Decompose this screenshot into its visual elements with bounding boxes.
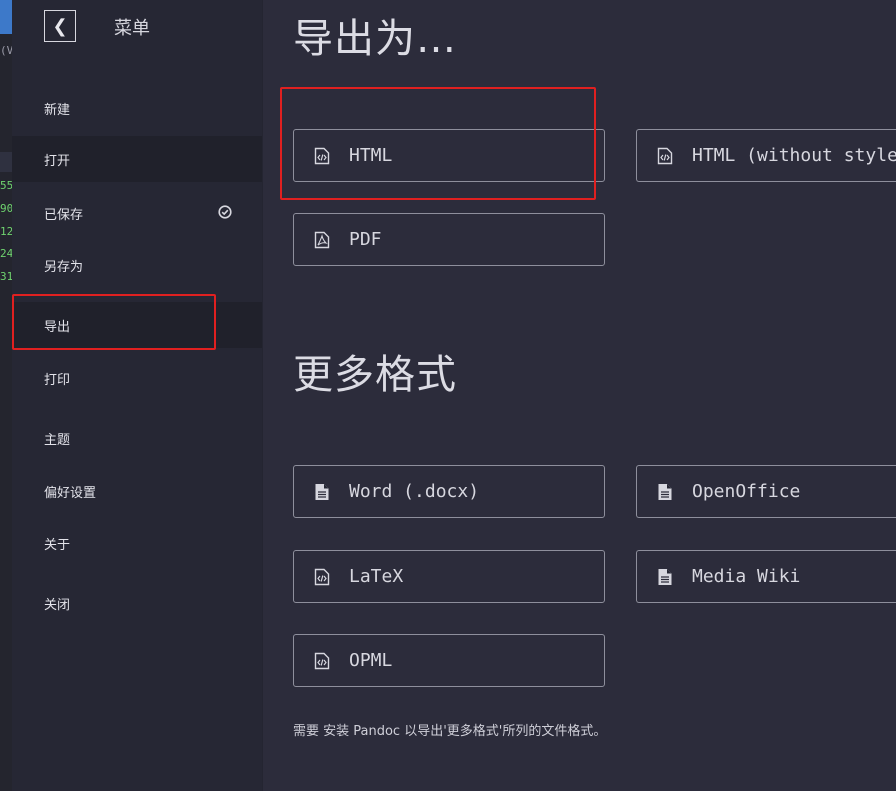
document-file-icon (315, 483, 329, 500)
menu-item-theme[interactable]: 主题 (12, 415, 262, 461)
menu-item-print[interactable]: 打印 (12, 355, 262, 401)
line-number: 55 (0, 179, 12, 192)
menu-item-close[interactable]: 关闭 (12, 580, 262, 626)
export-html-label: HTML (349, 145, 393, 166)
export-mediawiki-label: Media Wiki (692, 566, 801, 587)
more-formats-heading: 更多格式 (293, 352, 457, 398)
menu-item-save-as[interactable]: 另存为 (12, 242, 262, 288)
export-mediawiki-button[interactable]: Media Wiki (636, 550, 896, 603)
document-file-icon (658, 483, 672, 500)
pandoc-footnote: 需要 安装 Pandoc 以导出'更多格式'所列的文件格式。 (293, 724, 607, 739)
line-number: 12 (0, 225, 12, 238)
menu-sidebar: ❮ 菜单 新建 打开 已保存 另存为 导出 打印 主题 偏好设置 关于 关闭 (12, 0, 263, 791)
export-opml-button[interactable]: OPML (293, 634, 605, 687)
line-number: 24 (0, 247, 12, 260)
back-button[interactable]: ❮ (44, 10, 76, 42)
export-openoffice-button[interactable]: OpenOffice (636, 465, 896, 518)
menu-item-open[interactable]: 打开 (12, 136, 262, 182)
code-file-icon (314, 652, 330, 669)
menu-item-saved[interactable]: 已保存 (12, 190, 262, 236)
export-word-button[interactable]: Word (.docx) (293, 465, 605, 518)
code-file-icon (314, 147, 330, 164)
line-number: 90 (0, 202, 12, 215)
code-file-icon (657, 147, 673, 164)
export-html-button[interactable]: HTML (293, 129, 605, 182)
export-word-label: Word (.docx) (349, 481, 480, 502)
export-openoffice-label: OpenOffice (692, 481, 801, 502)
export-opml-label: OPML (349, 650, 393, 671)
document-file-icon (658, 568, 672, 585)
export-heading: 导出为… (293, 16, 457, 62)
menu-item-new[interactable]: 新建 (12, 85, 262, 131)
menu-item-preferences[interactable]: 偏好设置 (12, 468, 262, 514)
line-number: 31 (0, 270, 12, 283)
export-latex-button[interactable]: LaTeX (293, 550, 605, 603)
menu-title: 菜单 (114, 18, 150, 39)
export-pdf-button[interactable]: PDF (293, 213, 605, 266)
export-html-no-styles-label: HTML (without styles) (692, 145, 896, 166)
export-html-no-styles-button[interactable]: HTML (without styles) (636, 129, 896, 182)
export-panel: 导出为… HTML HTML (without styles) PDF 更多格式… (263, 0, 896, 791)
code-file-icon (314, 568, 330, 585)
pdf-file-icon (314, 231, 330, 248)
export-latex-label: LaTeX (349, 566, 404, 587)
menu-item-export[interactable]: 导出 (12, 302, 262, 348)
editor-edge: (V 55 90 12 24 31 (0, 0, 12, 791)
check-circle-icon (218, 205, 232, 219)
chevron-left-icon: ❮ (52, 15, 68, 37)
editor-edge-tab (0, 0, 12, 34)
editor-edge-marker: (V (0, 44, 12, 57)
menu-item-about[interactable]: 关于 (12, 520, 262, 566)
export-pdf-label: PDF (349, 229, 382, 250)
